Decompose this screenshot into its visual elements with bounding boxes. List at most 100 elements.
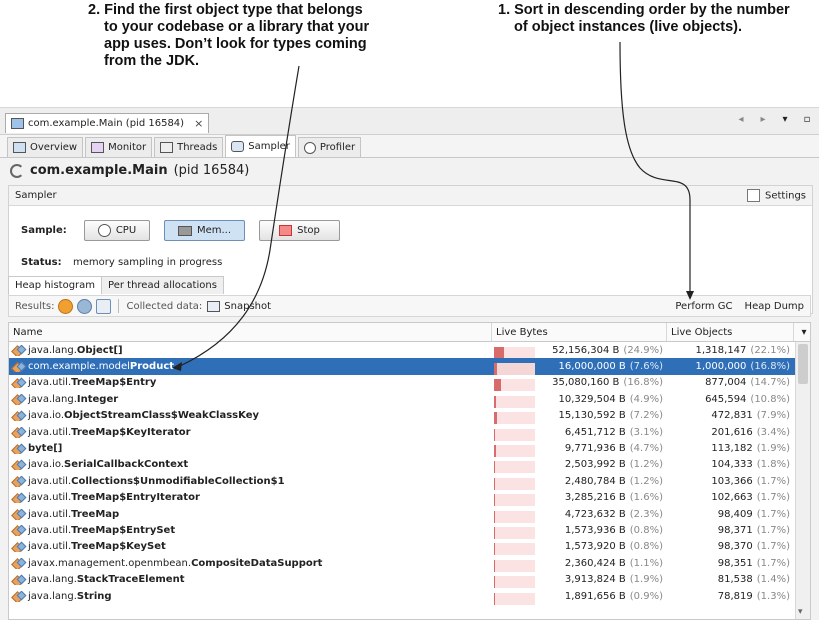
live-objects-value: 98,351 [717, 557, 753, 569]
bytes-bar-fill [494, 559, 495, 572]
table-row[interactable]: javax.management.openmbean.CompositeData… [9, 555, 810, 572]
stop-button[interactable]: Stop [259, 220, 340, 241]
live-bytes-percent: (4.9%) [629, 393, 663, 405]
table-row[interactable]: java.util.TreeMap$KeySet 1,573,920 B (0.8%… [9, 539, 810, 556]
cpu-button[interactable]: CPU [84, 220, 150, 241]
bytes-bar-track [494, 543, 535, 556]
live-bytes-value: 2,480,784 B [564, 475, 626, 487]
dropdown-icon[interactable]: ▾ [779, 114, 791, 125]
bytes-bar-track [494, 494, 535, 507]
class-name-cell: java.lang.String [9, 591, 492, 602]
live-objects-value: 98,370 [717, 541, 753, 553]
scroll-right-icon[interactable]: ▸ [757, 114, 769, 125]
live-objects-percent: (10.8%) [750, 393, 790, 405]
annotation-step-1: 1. Sort in descending order by the numbe… [498, 2, 790, 36]
maximize-icon[interactable]: ▫ [801, 114, 813, 125]
scrollbar-thumb[interactable] [798, 344, 808, 384]
tab-profiler[interactable]: Profiler [297, 137, 362, 157]
table-row[interactable]: java.util.Collections$UnmodifiableCollec… [9, 473, 810, 490]
document-tab-bar: com.example.Main (pid 16584) × ◂ ▸ ▾ ▫ [0, 108, 819, 135]
table-row[interactable]: java.lang.Object[] 52,156,304 B (24.9%) 1,3… [9, 342, 810, 359]
live-objects-cell: 98,371 (1.7%) [667, 525, 794, 536]
live-bytes-value: 35,080,160 B [552, 377, 620, 389]
sampler-icon [231, 141, 245, 152]
live-objects-cell: 78,819 (1.3%) [667, 591, 794, 602]
live-objects-value: 78,819 [717, 590, 753, 602]
class-name: TreeMap$KeyIterator [71, 426, 191, 438]
pause-icon[interactable] [58, 298, 74, 314]
column-header-name[interactable]: Name [9, 323, 492, 341]
results-actions: Perform GC Heap Dump [675, 301, 810, 312]
table-row[interactable]: java.lang.Integer 10,329,504 B (4.9%) 645,5… [9, 391, 810, 408]
heap-dump-button[interactable]: Heap Dump [745, 301, 804, 312]
bytes-bar-fill [494, 494, 495, 507]
package-name: java.lang. [28, 344, 77, 356]
profiler-icon [303, 141, 316, 154]
table-row[interactable]: java.lang.String 1,891,656 B (0.9%) 78,819(… [9, 588, 810, 605]
bytes-bar-track [494, 445, 535, 458]
snapshot-button[interactable]: Snapshot [224, 301, 271, 312]
annotation-step-2: 2. Find the first object type that belon… [88, 2, 369, 70]
window-controls: ◂ ▸ ▾ ▫ [735, 114, 813, 125]
perform-gc-button[interactable]: Perform GC [675, 301, 732, 312]
tab-threads[interactable]: Threads [154, 137, 224, 157]
live-bytes-value: 15,130,592 B [558, 410, 626, 422]
class-name-cell: javax.management.openmbean.CompositeData… [9, 558, 492, 569]
class-icon [13, 509, 24, 519]
bytes-bar-track [494, 428, 535, 441]
sub-tab-bar: Heap histogram Per thread allocations [8, 276, 224, 294]
tab-heap-histogram[interactable]: Heap histogram [8, 276, 103, 294]
settings-toggle[interactable]: Settings [746, 189, 806, 202]
table-row[interactable]: java.io.ObjectStreamClass$WeakClassKey 15… [9, 408, 810, 425]
table-row[interactable]: byte[] 9,771,936 B (4.7%) 113,182 (1.9%) [9, 440, 810, 458]
live-bytes-value: 6,451,712 B [564, 426, 626, 438]
table-row[interactable]: java.io.SerialCallbackContext 2,503,992 B… [9, 457, 810, 474]
live-objects-value: 113,182 [711, 443, 753, 455]
bytes-bar-fill [494, 543, 495, 556]
table-row[interactable]: java.util.TreeMap 4,723,632 B (2.3%) 98,409… [9, 506, 810, 523]
table-row[interactable]: java.util.TreeMap$EntrySet 1,573,936 B (0.… [9, 522, 810, 539]
table-row[interactable]: java.util.TreeMap$EntryIterator 3,285,216… [9, 490, 810, 507]
class-name-cell: java.lang.StackTraceElement [9, 574, 492, 585]
checkbox-icon[interactable] [746, 189, 760, 202]
vertical-scrollbar[interactable]: ▾ [795, 342, 810, 619]
sample-row: Sample: CPU Mem... Stop [21, 220, 354, 241]
live-objects-value: 877,004 [705, 377, 747, 389]
class-name: byte[] [28, 443, 63, 455]
table-row[interactable]: com.example.modelProduct 16,000,000 B (7.6… [9, 358, 810, 376]
annotation-line: app uses. Don’t look for types coming [104, 36, 367, 52]
monitor-icon [91, 142, 105, 153]
live-bytes-percent: (4.7%) [629, 443, 663, 455]
live-bytes-value: 1,573,920 B [564, 541, 626, 553]
live-bytes-cell: 2,480,784 B (1.2%) [492, 475, 667, 490]
refresh-icon[interactable] [77, 298, 93, 314]
tab-overview[interactable]: Overview [7, 137, 84, 157]
live-bytes-percent: (1.9%) [629, 574, 663, 586]
status-value: memory sampling in progress [73, 257, 223, 268]
table-row[interactable]: java.lang.StackTraceElement 3,913,824 B (1… [9, 571, 810, 589]
class-icon [13, 476, 24, 486]
close-icon[interactable]: × [194, 117, 203, 130]
live-objects-value: 98,371 [717, 524, 753, 536]
tab-monitor[interactable]: Monitor [85, 137, 153, 157]
snapshot-icon [207, 300, 221, 312]
cpu-icon [97, 224, 111, 237]
delta-icon[interactable] [96, 298, 112, 314]
live-bytes-percent: (7.6%) [629, 361, 663, 373]
scroll-left-icon[interactable]: ◂ [735, 114, 747, 125]
class-name-cell: java.util.TreeMap [9, 509, 492, 520]
package-name: javax.management.openmbean. [28, 557, 192, 569]
live-bytes-value: 2,360,424 B [564, 557, 626, 569]
column-chooser-icon[interactable]: ▾ [794, 323, 810, 341]
scroll-down-icon[interactable]: ▾ [798, 607, 803, 617]
memory-button[interactable]: Mem... [164, 220, 245, 241]
tab-per-thread-allocations[interactable]: Per thread allocations [102, 276, 224, 294]
table-row[interactable]: java.util.TreeMap$KeyIterator 6,451,712 B… [9, 424, 810, 441]
live-bytes-cell: 15,130,592 B (7.2%) [492, 410, 667, 425]
column-header-live-objects[interactable]: Live Objects [667, 323, 794, 341]
document-tab[interactable]: com.example.Main (pid 16584) × [5, 113, 210, 133]
table-row[interactable]: java.util.TreeMap$Entry 35,080,160 B (16.8… [9, 375, 810, 392]
column-header-live-bytes[interactable]: Live Bytes [492, 323, 667, 341]
live-objects-cell: 102,663 (1.7%) [667, 492, 794, 503]
tab-sampler[interactable]: Sampler [225, 135, 296, 157]
